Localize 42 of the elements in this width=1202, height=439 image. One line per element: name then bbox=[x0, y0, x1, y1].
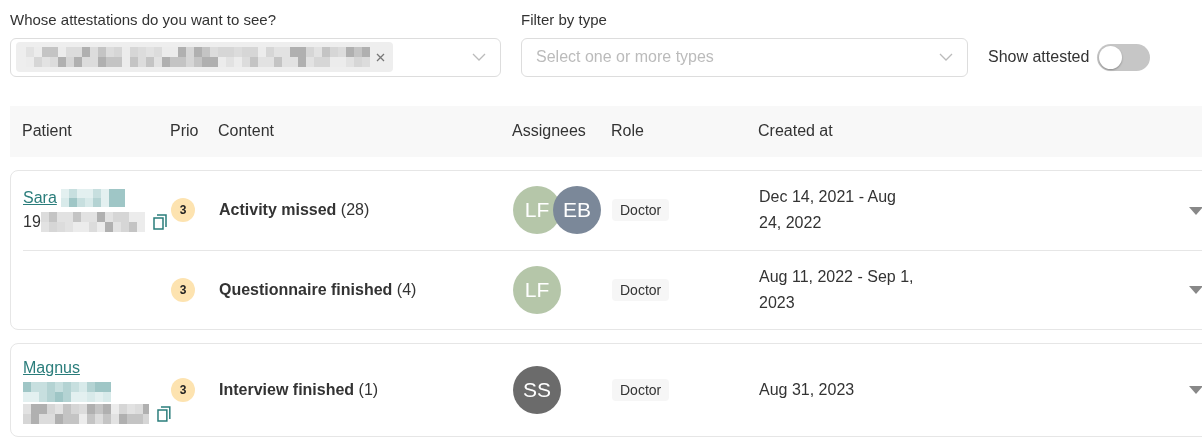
column-header: Content bbox=[218, 121, 276, 141]
column-header: Created at bbox=[758, 121, 834, 141]
expand-caret-icon[interactable] bbox=[1189, 386, 1202, 395]
created-date: Aug 11, 2022 - Sep 1, 2023 bbox=[759, 266, 915, 313]
expand-caret-icon[interactable] bbox=[1189, 206, 1202, 215]
chevron-down-icon[interactable] bbox=[939, 53, 953, 61]
patient-id: 19 bbox=[23, 212, 41, 232]
content-count: (28) bbox=[340, 201, 370, 218]
prio-badge: 3 bbox=[171, 377, 195, 402]
toggle-label: Show attested bbox=[988, 47, 1090, 67]
close-icon[interactable] bbox=[376, 52, 385, 62]
copy-icon[interactable] bbox=[152, 214, 167, 230]
field-label: Filter by type bbox=[521, 10, 607, 30]
patient-link[interactable]: Magnus bbox=[23, 355, 80, 380]
created-date: Dec 14, 2021 - Aug 24, 2022 bbox=[759, 187, 897, 233]
role-tag: Doctor bbox=[612, 378, 670, 401]
role-tag: Doctor bbox=[612, 278, 670, 301]
patient-link[interactable]: Sara bbox=[23, 186, 57, 210]
toggle-switch[interactable] bbox=[1097, 43, 1151, 71]
content-count: (4) bbox=[396, 280, 417, 298]
content-title: Activity missed bbox=[219, 201, 337, 218]
column-header: Patient bbox=[22, 121, 73, 141]
prio-badge: 3 bbox=[171, 277, 195, 302]
role-tag: Doctor bbox=[612, 199, 670, 221]
patient-select[interactable] bbox=[10, 37, 501, 77]
assignee-avatar: EB bbox=[553, 186, 601, 234]
content-title: Interview finished bbox=[219, 380, 355, 398]
assignee-avatar: LF bbox=[513, 265, 561, 314]
chevron-down-icon[interactable] bbox=[472, 53, 486, 61]
column-header: Assignees bbox=[512, 121, 587, 141]
prio-badge: 3 bbox=[171, 198, 195, 222]
content-count: (1) bbox=[358, 380, 379, 398]
field-label: Whose attestations do you want to see? bbox=[10, 10, 276, 30]
created-date: Aug 31, 2023 bbox=[759, 379, 856, 400]
column-header: Prio bbox=[170, 121, 200, 141]
content-title: Questionnaire finished bbox=[219, 280, 393, 298]
placeholder-text: Select one or more types bbox=[535, 47, 715, 67]
expand-caret-icon[interactable] bbox=[1189, 286, 1202, 295]
copy-icon[interactable] bbox=[157, 405, 171, 422]
column-header: Role bbox=[611, 121, 645, 141]
assignee-avatar: SS bbox=[513, 365, 561, 414]
redacted-text bbox=[60, 189, 125, 207]
